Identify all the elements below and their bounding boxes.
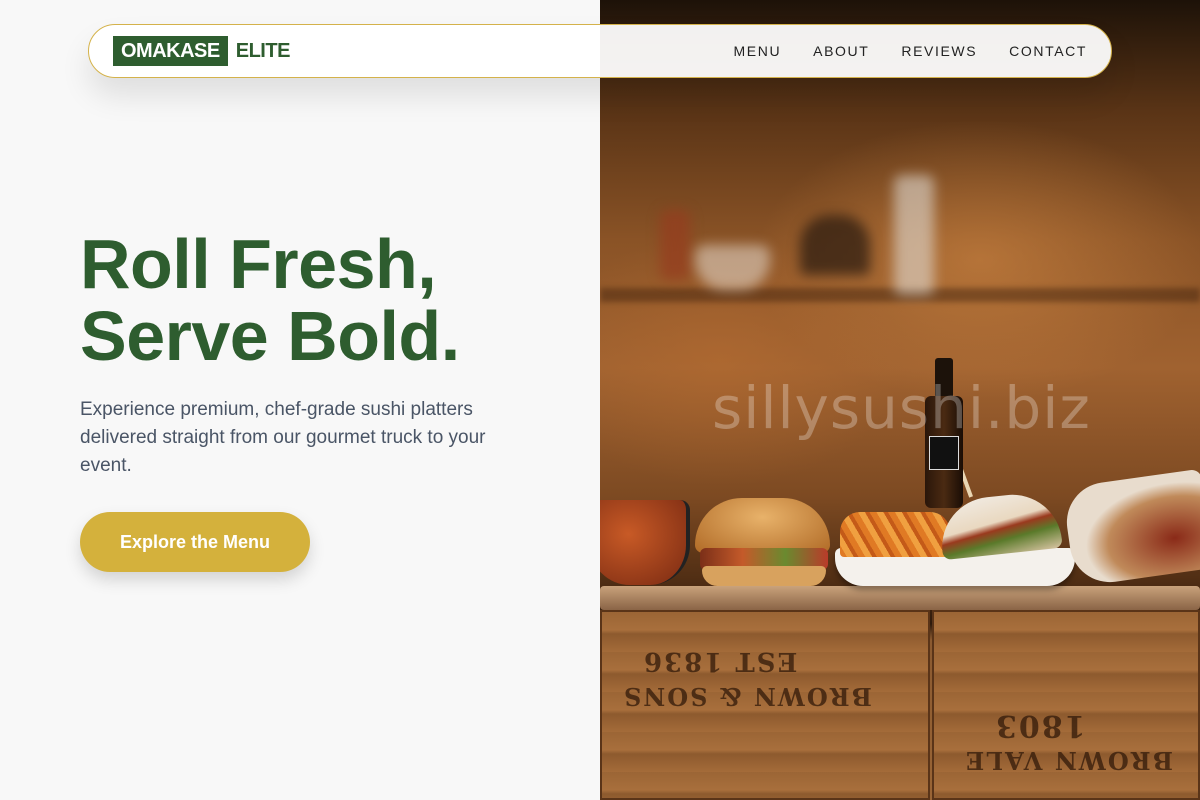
- wooden-crate-left: EST 1836 BROWN & SONS: [600, 610, 930, 800]
- watermark: sillysushi.biz: [712, 374, 1091, 442]
- logo-text: ELITE: [235, 39, 291, 62]
- brand-logo[interactable]: OMAKASE ELITE: [113, 36, 290, 66]
- navbar: OMAKASE ELITE MENU ABOUT REVIEWS CONTACT: [88, 24, 1112, 78]
- hero-title: Roll Fresh, Serve Bold.: [80, 228, 580, 372]
- burrito-wrap: [1061, 468, 1200, 588]
- blurred-pot: [800, 215, 870, 275]
- nav-links: MENU ABOUT REVIEWS CONTACT: [734, 43, 1087, 59]
- page: EST 1836 BROWN & SONS 1803 BROWN VALE si…: [0, 0, 1200, 800]
- crate-stamp: BROWN VALE: [964, 746, 1173, 775]
- nav-link-contact[interactable]: CONTACT: [1009, 43, 1087, 59]
- fries: [840, 512, 950, 557]
- crate-stamp: EST 1836: [642, 646, 798, 676]
- nav-link-menu[interactable]: MENU: [734, 43, 782, 59]
- hero-title-line1: Roll Fresh,: [80, 225, 437, 303]
- crate-stamp: BROWN & SONS: [622, 682, 872, 711]
- hero-subtitle: Experience premium, chef-grade sushi pla…: [80, 399, 486, 476]
- logo-box: OMAKASE: [113, 36, 228, 66]
- blurred-jar: [660, 210, 690, 280]
- blurred-bowl: [695, 245, 770, 290]
- hero-food-photo: EST 1836 BROWN & SONS 1803 BROWN VALE si…: [600, 0, 1200, 800]
- crate-stamp: 1803: [994, 708, 1086, 743]
- nav-link-about[interactable]: ABOUT: [813, 43, 869, 59]
- serving-board: [600, 586, 1200, 610]
- nav-link-reviews[interactable]: REVIEWS: [901, 43, 977, 59]
- wooden-crate-right: 1803 BROWN VALE: [932, 610, 1200, 800]
- explore-menu-button[interactable]: Explore the Menu: [80, 512, 310, 572]
- burger-bun-bottom: [702, 566, 826, 586]
- burger-bun-top: [695, 498, 830, 553]
- blurred-bottle: [894, 175, 934, 295]
- hero-title-line2: Serve Bold.: [80, 297, 460, 375]
- loaded-fries-bowl: [600, 500, 690, 585]
